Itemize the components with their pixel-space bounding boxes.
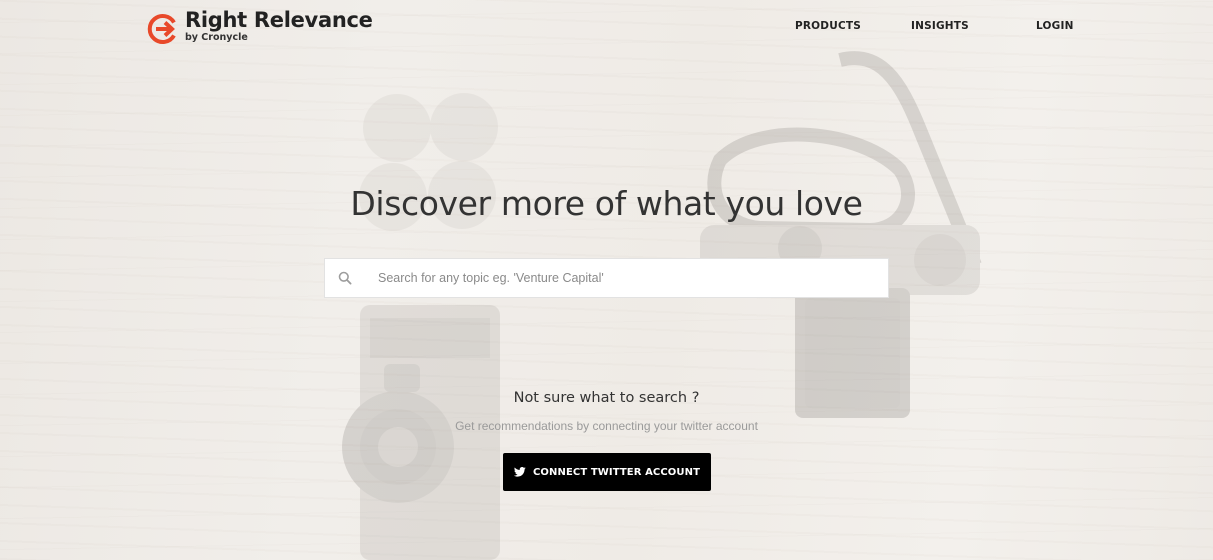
connect-twitter-button[interactable]: CONNECT TWITTER ACCOUNT [503, 453, 711, 491]
recommend-heading: Not sure what to search ? [513, 390, 700, 406]
nav-insights-link[interactable]: INSIGHTS [911, 20, 969, 32]
search-input[interactable] [378, 263, 888, 293]
search-bar[interactable] [324, 258, 889, 298]
hero-headline: Discover more of what you love [350, 184, 863, 223]
nav-products-link[interactable]: PRODUCTS [795, 20, 861, 32]
search-icon [338, 271, 352, 285]
top-nav: PRODUCTS INSIGHTS LOGIN [0, 20, 1213, 36]
page: Right Relevance by Cronycle PRODUCTS INS… [0, 0, 1213, 560]
connect-twitter-label: CONNECT TWITTER ACCOUNT [532, 466, 701, 478]
recommend-subtext: Get recommendations by connecting your t… [455, 419, 758, 433]
twitter-icon [513, 467, 526, 477]
nav-login-link[interactable]: LOGIN [1036, 20, 1074, 32]
